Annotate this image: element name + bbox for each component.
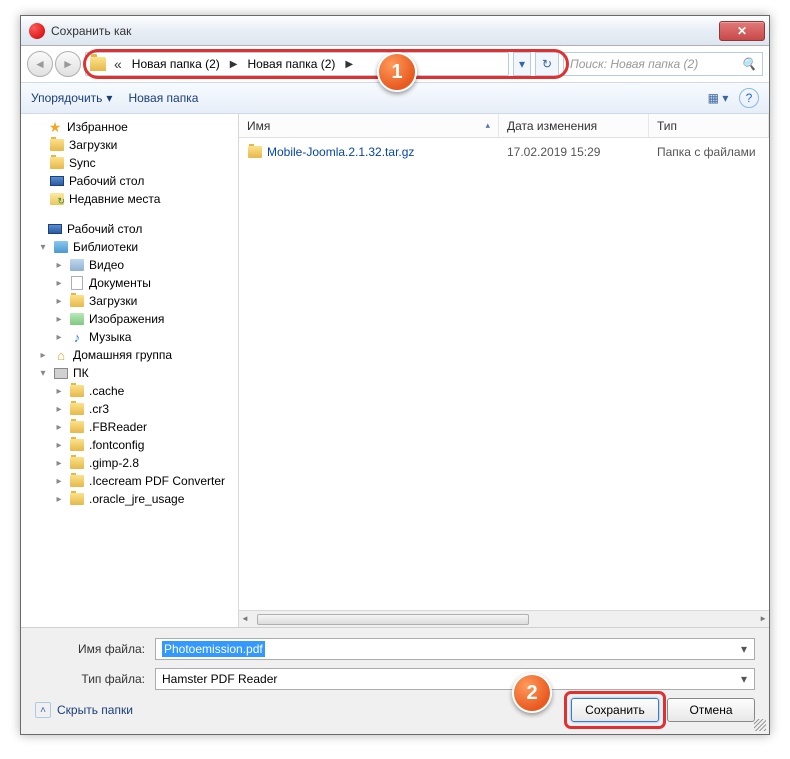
chevron-right-icon: ▶ — [341, 59, 357, 70]
breadcrumb[interactable]: Новая папка (2) ▶ Новая папка (2) ▶ — [85, 52, 509, 76]
opera-icon — [29, 23, 45, 39]
annotation-callout-1: 1 — [377, 52, 417, 92]
new-folder-button[interactable]: Новая папка — [128, 91, 198, 105]
cancel-button[interactable]: Отмена — [667, 698, 755, 722]
bottom-panel: Имя файла: Photoemission.pdf ▾ Тип файла… — [21, 628, 769, 734]
save-button[interactable]: Сохранить — [571, 698, 659, 722]
resize-grip[interactable] — [754, 719, 766, 731]
sidebar-homegroup[interactable]: ▸⌂Домашняя группа — [21, 346, 238, 364]
breadcrumb-overflow-icon[interactable] — [110, 56, 126, 72]
filename-value: Photoemission.pdf — [162, 641, 265, 657]
sidebar-folder-oracle[interactable]: ▸.oracle_jre_usage — [21, 490, 238, 508]
breadcrumb-segment-1[interactable]: Новая папка (2) — [126, 57, 226, 71]
filename-label: Имя файла: — [35, 642, 155, 656]
filetype-value: Hamster PDF Reader — [162, 672, 277, 686]
sidebar-desktop[interactable]: Рабочий стол — [21, 172, 238, 190]
filetype-dropdown-icon[interactable]: ▾ — [736, 671, 752, 687]
filetype-select[interactable]: Hamster PDF Reader ▾ — [155, 668, 755, 690]
sidebar-folder-fontconfig[interactable]: ▸.fontconfig — [21, 436, 238, 454]
sidebar-folder-fbreader[interactable]: ▸.FBReader — [21, 418, 238, 436]
navigation-pane[interactable]: ★Избранное Загрузки Sync Рабочий стол Не… — [21, 114, 239, 627]
column-date[interactable]: Дата изменения — [499, 114, 649, 137]
help-button[interactable]: ? — [739, 88, 759, 108]
search-placeholder: Поиск: Новая папка (2) — [570, 57, 698, 71]
filetype-label: Тип файла: — [35, 672, 155, 686]
sidebar-recent[interactable]: Недавние места — [21, 190, 238, 208]
sidebar-desktop-root[interactable]: Рабочий стол — [21, 220, 238, 238]
sidebar-folder-cr3[interactable]: ▸.cr3 — [21, 400, 238, 418]
file-pane: Имя▴ Дата изменения Тип Mobile-Joomla.2.… — [239, 114, 769, 627]
sidebar-downloads-lib[interactable]: ▸Загрузки — [21, 292, 238, 310]
search-icon: 🔍 — [741, 57, 756, 71]
window-title: Сохранить как — [51, 24, 719, 38]
folder-icon — [90, 57, 106, 71]
save-as-dialog: Сохранить как ✕ ◄ ► Новая папка (2) ▶ Но… — [20, 15, 770, 735]
address-dropdown-button[interactable]: ▾ — [513, 52, 531, 76]
filename-dropdown-icon[interactable]: ▾ — [736, 641, 752, 657]
sidebar-folder-cache[interactable]: ▸.cache — [21, 382, 238, 400]
sidebar-images[interactable]: ▸Изображения — [21, 310, 238, 328]
view-options-button[interactable]: ▦ ▾ — [703, 88, 733, 108]
sidebar-documents[interactable]: ▸Документы — [21, 274, 238, 292]
sidebar-downloads[interactable]: Загрузки — [21, 136, 238, 154]
search-input[interactable]: Поиск: Новая папка (2) 🔍 — [563, 52, 763, 76]
file-row[interactable]: Mobile-Joomla.2.1.32.tar.gz 17.02.2019 1… — [239, 142, 769, 162]
file-list[interactable]: Mobile-Joomla.2.1.32.tar.gz 17.02.2019 1… — [239, 138, 769, 610]
chevron-down-icon: ▾ — [106, 91, 112, 105]
sidebar-sync[interactable]: Sync — [21, 154, 238, 172]
hide-folders-button[interactable]: ˄ Скрыть папки — [35, 702, 133, 718]
refresh-button[interactable]: ↻ — [535, 52, 559, 76]
file-type: Папка с файлами — [649, 145, 769, 159]
sidebar-favorites[interactable]: ★Избранное — [21, 118, 238, 136]
sidebar-pc[interactable]: ▾ПК — [21, 364, 238, 382]
folder-icon — [248, 146, 262, 158]
filename-input[interactable]: Photoemission.pdf ▾ — [155, 638, 755, 660]
sort-arrow-icon: ▴ — [485, 120, 490, 131]
horizontal-scrollbar[interactable] — [239, 610, 769, 627]
column-name[interactable]: Имя▴ — [239, 114, 499, 137]
file-date: 17.02.2019 15:29 — [499, 145, 649, 159]
titlebar[interactable]: Сохранить как ✕ — [21, 16, 769, 46]
collapse-icon: ˄ — [35, 702, 51, 718]
chevron-right-icon: ▶ — [226, 59, 242, 70]
body-area: ★Избранное Загрузки Sync Рабочий стол Не… — [21, 114, 769, 628]
file-name: Mobile-Joomla.2.1.32.tar.gz — [267, 145, 414, 159]
annotation-callout-2: 2 — [512, 673, 552, 713]
scrollbar-thumb[interactable] — [257, 614, 529, 625]
nav-forward-button[interactable]: ► — [55, 51, 81, 77]
sidebar-libraries[interactable]: ▾Библиотеки — [21, 238, 238, 256]
sidebar-video[interactable]: ▸Видео — [21, 256, 238, 274]
organize-button[interactable]: Упорядочить ▾ — [31, 91, 112, 105]
sidebar-folder-gimp[interactable]: ▸.gimp-2.8 — [21, 454, 238, 472]
breadcrumb-segment-2[interactable]: Новая папка (2) — [241, 57, 341, 71]
sidebar-folder-icecream[interactable]: ▸.Icecream PDF Converter — [21, 472, 238, 490]
sidebar-music[interactable]: ▸♪Музыка — [21, 328, 238, 346]
column-headers: Имя▴ Дата изменения Тип — [239, 114, 769, 138]
column-type[interactable]: Тип — [649, 114, 769, 137]
nav-back-button[interactable]: ◄ — [27, 51, 53, 77]
close-button[interactable]: ✕ — [719, 21, 765, 41]
